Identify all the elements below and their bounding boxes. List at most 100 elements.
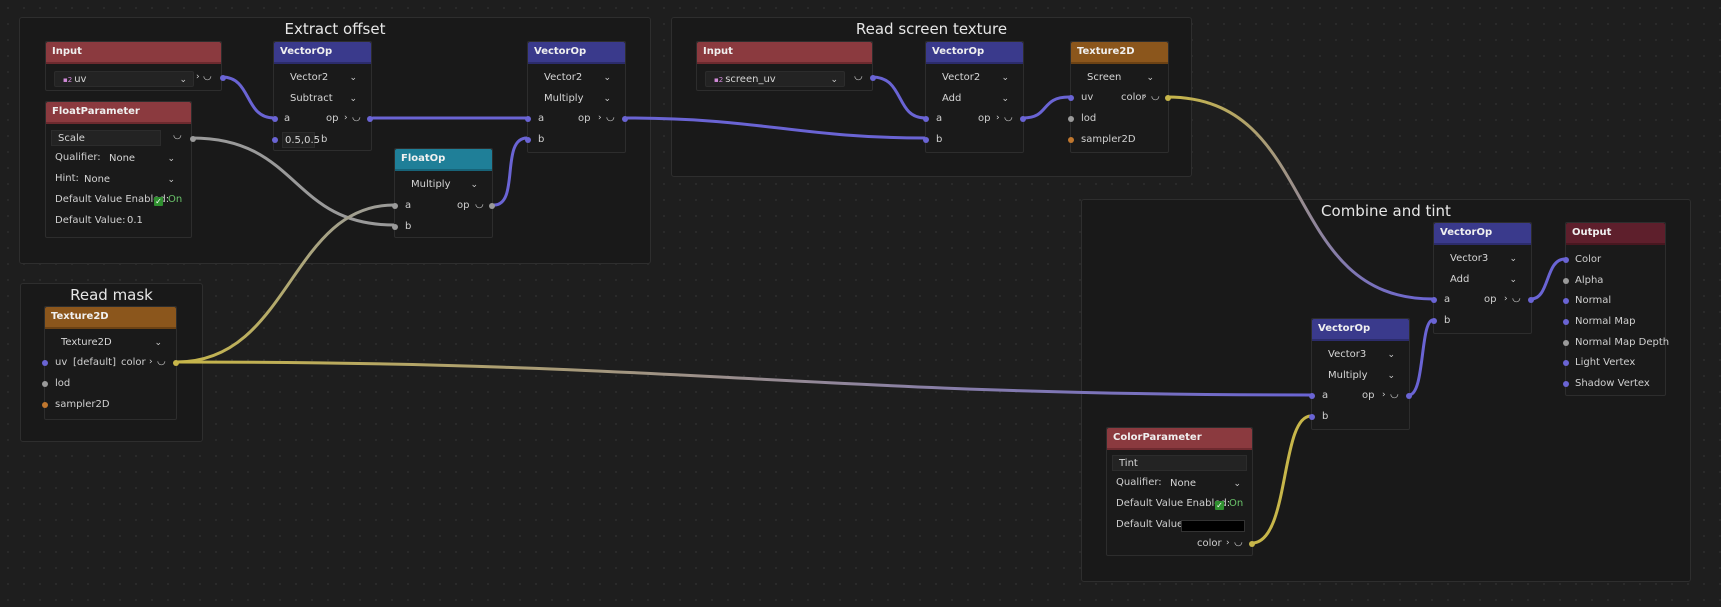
input-port-color[interactable]: [1563, 257, 1569, 263]
output-port[interactable]: [173, 360, 179, 366]
node-vectorop-subtract[interactable]: VectorOp Vector2 ⌄ Subtract ⌄ a op › ◡ 0.5…: [272, 41, 373, 151]
chevron-right-icon: ›: [344, 113, 348, 123]
node-vectorop-add[interactable]: VectorOp Vector2 ⌄ Add ⌄ a op › ◡ b: [923, 41, 1026, 153]
checkbox-icon[interactable]: ✓: [154, 197, 163, 206]
op-select[interactable]: Add ⌄: [934, 91, 1015, 107]
input-select[interactable]: ▪2 uv ⌄: [54, 71, 194, 87]
chevron-down-icon: ⌄: [167, 154, 175, 164]
node-title: VectorOp: [528, 42, 625, 64]
op-select[interactable]: Subtract ⌄: [282, 91, 363, 107]
output-port[interactable]: [1165, 95, 1171, 101]
default-enabled-label: Default Value Enabled:: [55, 194, 170, 205]
input-port-normal-map[interactable]: [1563, 319, 1569, 325]
port-label-b: b: [405, 221, 412, 232]
checkbox-icon[interactable]: ✓: [1215, 501, 1224, 510]
input-port-a[interactable]: [1309, 393, 1315, 399]
default-enabled-label: Default Value Enabled:: [1116, 498, 1231, 509]
type-select[interactable]: Vector2 ⌄: [282, 70, 363, 86]
node-color-parameter[interactable]: ColorParameter Tint Qualifier: None ⌄ Def…: [1106, 427, 1255, 556]
input-port-lod[interactable]: [1068, 116, 1074, 122]
input-port-light-vertex[interactable]: [1563, 360, 1569, 366]
type-select[interactable]: Vector2 ⌄: [536, 70, 617, 86]
node-vectorop-multiply[interactable]: VectorOp Vector2 ⌄ Multiply ⌄ a op › ◡ b: [525, 41, 628, 153]
input-port-sampler[interactable]: [1068, 137, 1074, 143]
node-floatop-multiply[interactable]: FloatOp Multiply ⌄ a op ◡ b: [392, 148, 495, 238]
output-port[interactable]: [367, 116, 373, 122]
output-port[interactable]: [220, 75, 226, 81]
input-port-b[interactable]: [923, 137, 929, 143]
connector-icon: ◡: [203, 71, 212, 82]
connector-icon: ◡: [854, 71, 863, 82]
node-output[interactable]: Output Color Alpha Normal Normal Map Nor…: [1563, 222, 1669, 396]
input-port-sampler[interactable]: [42, 402, 48, 408]
output-port[interactable]: [870, 75, 876, 81]
input-port-b[interactable]: [272, 137, 278, 143]
qualifier-select[interactable]: None ⌄: [101, 151, 181, 167]
input-port-a[interactable]: [272, 116, 278, 122]
input-port-a[interactable]: [392, 203, 398, 209]
input-port-uv[interactable]: [1068, 95, 1074, 101]
input-port-normal[interactable]: [1563, 298, 1569, 304]
input-port-a[interactable]: [1431, 297, 1437, 303]
port-label-sampler: sampler2D: [55, 399, 110, 410]
source-select[interactable]: Screen ⌄: [1079, 70, 1160, 86]
source-select[interactable]: Texture2D ⌄: [53, 335, 168, 351]
port-label-b: b: [1444, 315, 1451, 326]
chevron-right-icon: ›: [196, 72, 200, 82]
port-label-b: b: [538, 134, 545, 145]
qualifier-select[interactable]: None ⌄: [1162, 476, 1247, 492]
default-enabled-value: On: [1229, 498, 1244, 509]
input-port-b[interactable]: [1309, 414, 1315, 420]
op-select[interactable]: Multiply ⌄: [536, 91, 617, 107]
port-label-a: a: [538, 113, 545, 124]
parameter-name-field[interactable]: Scale: [51, 130, 161, 146]
input-port-b[interactable]: [392, 224, 398, 230]
output-port[interactable]: [489, 203, 495, 209]
port-label-a: a: [405, 200, 412, 211]
node-title: Input: [46, 42, 221, 64]
type-select[interactable]: Vector3 ⌄: [1320, 347, 1401, 363]
node-texture2d-mask[interactable]: Texture2D Texture2D ⌄ uv [default] color …: [42, 306, 179, 420]
node-title: Input: [697, 42, 872, 64]
output-port[interactable]: [1020, 116, 1026, 122]
hint-select[interactable]: None ⌄: [76, 172, 181, 188]
color-swatch[interactable]: [1181, 520, 1245, 532]
connector-icon: ◡: [1512, 293, 1521, 304]
input-port-uv[interactable]: [42, 360, 48, 366]
output-port[interactable]: [1249, 541, 1255, 547]
node-input-screen-uv[interactable]: Input ▪2 screen_uv ⌄ ◡: [696, 41, 876, 91]
connector-icon: ◡: [173, 130, 182, 141]
node-input-uv[interactable]: Input ▪2 uv ⌄ › ◡: [45, 41, 226, 91]
input-port-a[interactable]: [525, 116, 531, 122]
port-label-uv: uv: [1081, 92, 1094, 103]
type-select[interactable]: Vector2 ⌄: [934, 70, 1015, 86]
input-port-normal-map-depth[interactable]: [1563, 340, 1569, 346]
b-value-field[interactable]: 0.5,0.5: [282, 132, 320, 148]
node-texture2d-screen[interactable]: Texture2D Screen ⌄ uv color › ◡ lod sampl…: [1068, 41, 1171, 153]
output-port[interactable]: [1528, 297, 1534, 303]
default-value-field[interactable]: 0.1: [121, 213, 171, 229]
input-port-lod[interactable]: [42, 381, 48, 387]
input-port-alpha[interactable]: [1563, 278, 1569, 284]
node-vectorop-add-vec3[interactable]: VectorOp Vector3 ⌄ Add ⌄ a op › ◡ b: [1431, 222, 1534, 334]
input-port-b[interactable]: [1431, 318, 1437, 324]
op-select[interactable]: Add ⌄: [1442, 272, 1523, 288]
input-port-shadow-vertex[interactable]: [1563, 381, 1569, 387]
type-select[interactable]: Vector3 ⌄: [1442, 251, 1523, 267]
port-label-color: color: [121, 357, 146, 368]
input-select[interactable]: ▪2 screen_uv ⌄: [705, 71, 845, 87]
op-select[interactable]: Multiply ⌄: [1320, 368, 1401, 384]
node-vectorop-multiply-vec3[interactable]: VectorOp Vector3 ⌄ Multiply ⌄ a op › ◡ b: [1309, 318, 1412, 430]
node-float-parameter[interactable]: FloatParameter Scale ◡ Qualifier: None ⌄ …: [45, 101, 196, 238]
op-select[interactable]: Multiply ⌄: [403, 177, 484, 193]
output-port-label: Normal Map: [1575, 316, 1636, 327]
chevron-down-icon: ⌄: [167, 175, 175, 185]
input-port-a[interactable]: [923, 116, 929, 122]
chevron-down-icon: ⌄: [830, 75, 838, 85]
output-port[interactable]: [622, 116, 628, 122]
output-port[interactable]: [190, 136, 196, 142]
output-port[interactable]: [1406, 393, 1412, 399]
input-port-b[interactable]: [525, 137, 531, 143]
parameter-name-field[interactable]: Tint: [1112, 455, 1247, 471]
chevron-down-icon: ⌄: [154, 338, 162, 348]
